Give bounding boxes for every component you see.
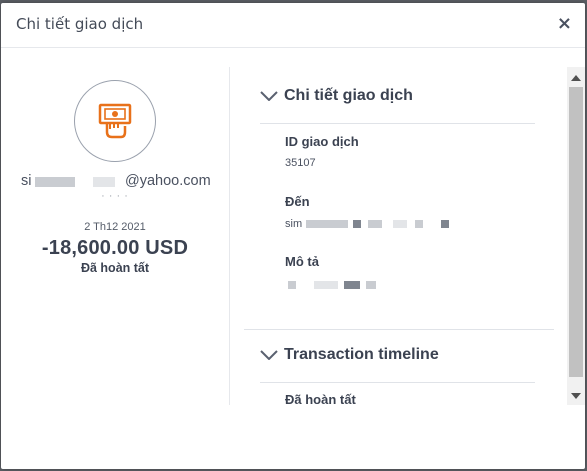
- scrollbar-thumb[interactable]: [569, 87, 583, 377]
- redacted-description: [288, 281, 296, 289]
- description-label: Mô tả: [285, 254, 319, 269]
- transaction-date: 2 Th12 2021: [84, 221, 146, 233]
- transaction-id-label: ID giao dịch: [285, 134, 359, 149]
- recipient-value: sim: [285, 218, 303, 230]
- scroll-up-icon[interactable]: [571, 75, 581, 81]
- redacted-description: [366, 281, 376, 289]
- redacted-description: [344, 281, 360, 289]
- details-section-toggle[interactable]: Chi tiết giao dịch: [260, 87, 413, 105]
- redacted-recipient: [353, 220, 361, 228]
- transaction-detail-dialog: Chi tiết giao dịch × si @yahoo.com · · ·…: [1, 3, 585, 469]
- section-separator: [244, 329, 554, 330]
- details-rule: [260, 123, 535, 124]
- redacted-recipient: [393, 220, 407, 228]
- timeline-rule: [260, 382, 535, 383]
- details-scrollbar[interactable]: [567, 67, 585, 405]
- scroll-down-icon[interactable]: [571, 393, 581, 399]
- email-prefix: si: [21, 173, 32, 189]
- transaction-id-value: 35107: [285, 157, 316, 169]
- chevron-down-icon: [260, 91, 278, 101]
- timeline-status: Đã hoàn tất: [285, 392, 356, 405]
- redacted-description: [314, 281, 338, 289]
- dialog-title: Chi tiết giao dịch: [16, 15, 144, 33]
- timeline-section-toggle[interactable]: Transaction timeline: [260, 346, 439, 364]
- redacted-recipient: [368, 220, 382, 228]
- redacted-recipient: [415, 220, 423, 228]
- timeline-heading: Transaction timeline: [284, 346, 439, 363]
- redacted-recipient: [441, 220, 449, 228]
- transaction-summary: si @yahoo.com · · · · 2 Th12 2021 -18,60…: [1, 67, 229, 275]
- redacted-email-part: [35, 177, 75, 187]
- counterparty-email: si @yahoo.com: [1, 173, 229, 191]
- transaction-status: Đã hoàn tất: [80, 261, 150, 275]
- email-domain: @yahoo.com: [125, 173, 211, 189]
- transaction-amount: -18,600.00 USD: [41, 237, 189, 259]
- dialog-header: Chi tiết giao dịch ×: [1, 3, 585, 48]
- recipient-label: Đến: [285, 194, 310, 209]
- avatar: [74, 80, 156, 162]
- details-panel: Chi tiết giao dịch ID giao dịch 35107 Đế…: [230, 67, 566, 405]
- money-hand-icon: [98, 103, 132, 139]
- chevron-down-icon: [260, 350, 278, 360]
- redacted-email-part: [93, 177, 115, 187]
- email-subline: · · · ·: [101, 192, 129, 202]
- details-heading: Chi tiết giao dịch: [284, 87, 413, 104]
- close-icon[interactable]: ×: [557, 13, 572, 34]
- redacted-recipient: [306, 220, 348, 228]
